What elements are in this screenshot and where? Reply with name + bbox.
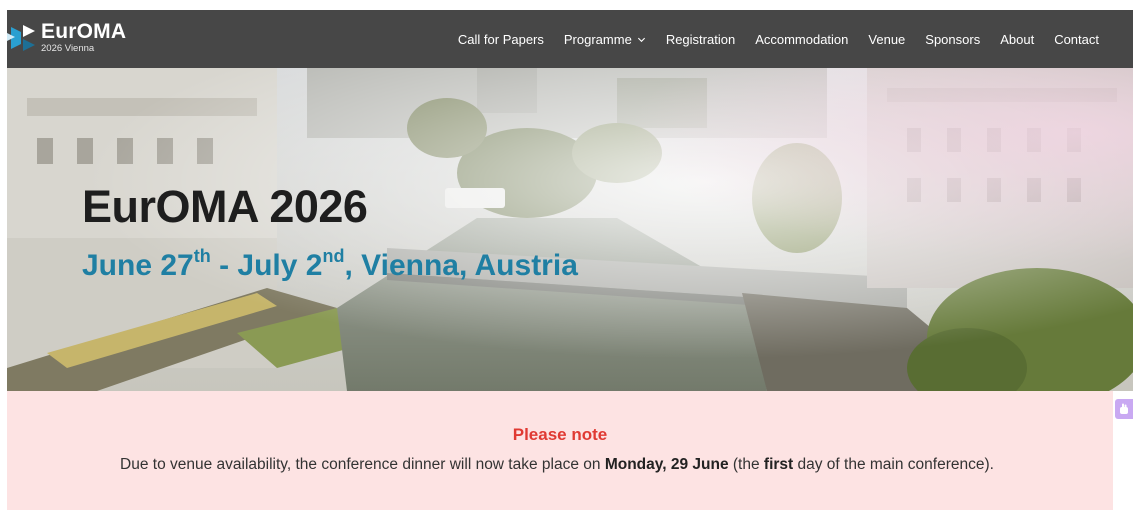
- notice-banner: Please note Due to venue availability, t…: [7, 391, 1113, 510]
- notice-text-part: day of the main conference).: [793, 456, 994, 473]
- nav-label: Accommodation: [755, 31, 849, 47]
- logo-title: EurOMA: [41, 20, 127, 43]
- nav-registration[interactable]: Registration: [666, 32, 735, 47]
- nav-label: Programme: [563, 31, 632, 47]
- hero-banner: EurOMA 2026 June 27th - July 2nd, Vienna…: [7, 68, 1133, 391]
- notice-text: Due to venue availability, the conferenc…: [102, 454, 1012, 476]
- nav-sponsors[interactable]: Sponsors: [925, 32, 980, 47]
- nav-about[interactable]: About: [1000, 32, 1034, 47]
- notice-text-part: Due to venue availability, the conferenc…: [120, 456, 605, 473]
- nav-venue[interactable]: Venue: [868, 32, 905, 47]
- date-end-suffix: nd: [322, 246, 345, 266]
- main-nav: Call for Papers Programme Registration A…: [438, 10, 1099, 68]
- nav-contact[interactable]: Contact: [1054, 32, 1099, 47]
- hand-icon: [1120, 403, 1128, 414]
- site-header: EurOMA 2026 Vienna Call for Papers Progr…: [7, 10, 1133, 68]
- nav-label: Registration: [665, 31, 736, 47]
- accessibility-widget-button[interactable]: [1115, 399, 1133, 419]
- nav-label: Contact: [1054, 31, 1099, 47]
- date-start: June 27: [82, 249, 194, 282]
- date-separator: -: [210, 249, 238, 282]
- date-end: July 2: [237, 249, 323, 282]
- notice-text-part: (the: [728, 456, 764, 473]
- hero-title: EurOMA 2026: [82, 181, 368, 232]
- notice-date: Monday, 29 June: [604, 456, 729, 473]
- chevron-down-icon: [637, 37, 645, 42]
- notice-title: Please note: [512, 425, 608, 444]
- nav-programme[interactable]: Programme: [564, 32, 646, 47]
- nav-label: Venue: [868, 31, 906, 47]
- nav-call-for-papers[interactable]: Call for Papers: [458, 32, 544, 47]
- nav-label: Call for Papers: [457, 31, 544, 47]
- date-start-suffix: th: [193, 246, 211, 266]
- notice-emphasis: first: [763, 456, 794, 473]
- nav-label: Sponsors: [925, 31, 981, 47]
- nav-label: About: [1000, 31, 1035, 47]
- hero-dates-location: June 27th - July 2nd, Vienna, Austria: [82, 246, 578, 289]
- euroma-logo-icon: [7, 25, 35, 51]
- site-logo[interactable]: EurOMA 2026 Vienna: [7, 20, 137, 58]
- location: , Vienna, Austria: [344, 249, 578, 282]
- nav-accommodation[interactable]: Accommodation: [755, 32, 848, 47]
- logo-subtitle: 2026 Vienna: [41, 43, 95, 54]
